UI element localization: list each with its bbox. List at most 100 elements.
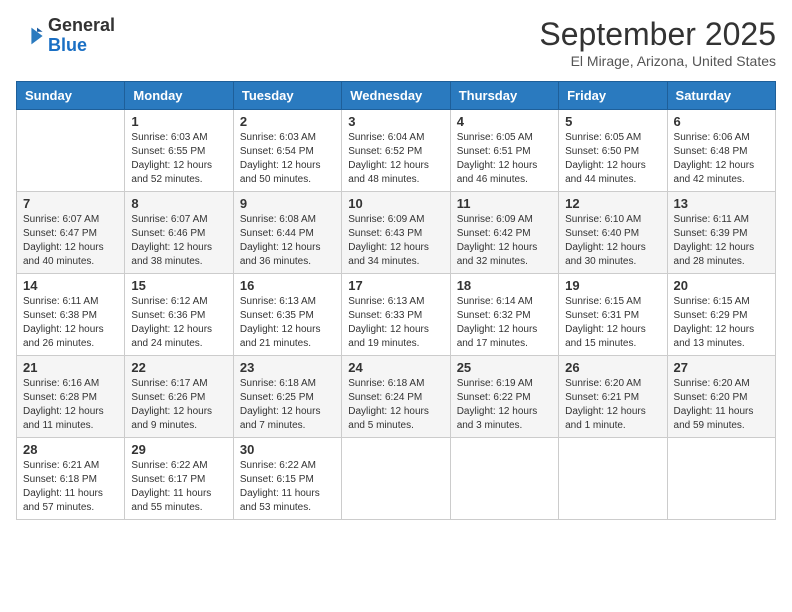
calendar-cell: 9 Sunrise: 6:08 AMSunset: 6:44 PMDaylight… (233, 192, 341, 274)
logo-icon (16, 22, 44, 50)
day-info: Sunrise: 6:07 AMSunset: 6:46 PMDaylight:… (131, 213, 226, 269)
day-number: 29 (131, 442, 226, 457)
calendar-cell: 18 Sunrise: 6:14 AMSunset: 6:32 PMDayligh… (450, 274, 558, 356)
calendar-cell: 11 Sunrise: 6:09 AMSunset: 6:42 PMDayligh… (450, 192, 558, 274)
logo-blue: Blue (48, 35, 87, 55)
calendar-cell: 19 Sunrise: 6:15 AMSunset: 6:31 PMDayligh… (559, 274, 667, 356)
logo-text: General Blue (48, 16, 115, 56)
day-info: Sunrise: 6:19 AMSunset: 6:22 PMDaylight:… (457, 377, 552, 433)
day-info: Sunrise: 6:10 AMSunset: 6:40 PMDaylight:… (565, 213, 660, 269)
day-info: Sunrise: 6:03 AMSunset: 6:54 PMDaylight:… (240, 131, 335, 187)
day-info: Sunrise: 6:20 AMSunset: 6:20 PMDaylight:… (674, 377, 769, 433)
day-number: 19 (565, 278, 660, 293)
calendar-cell: 13 Sunrise: 6:11 AMSunset: 6:39 PMDayligh… (667, 192, 775, 274)
calendar-table: SundayMondayTuesdayWednesdayThursdayFrid… (16, 81, 776, 520)
day-info: Sunrise: 6:09 AMSunset: 6:43 PMDaylight:… (348, 213, 443, 269)
calendar-cell: 10 Sunrise: 6:09 AMSunset: 6:43 PMDayligh… (342, 192, 450, 274)
calendar-cell: 12 Sunrise: 6:10 AMSunset: 6:40 PMDayligh… (559, 192, 667, 274)
day-header-friday: Friday (559, 82, 667, 110)
day-number: 17 (348, 278, 443, 293)
day-number: 5 (565, 114, 660, 129)
day-number: 15 (131, 278, 226, 293)
location-title: El Mirage, Arizona, United States (539, 53, 776, 69)
day-number: 2 (240, 114, 335, 129)
day-info: Sunrise: 6:18 AMSunset: 6:25 PMDaylight:… (240, 377, 335, 433)
day-info: Sunrise: 6:16 AMSunset: 6:28 PMDaylight:… (23, 377, 118, 433)
day-number: 13 (674, 196, 769, 211)
day-info: Sunrise: 6:17 AMSunset: 6:26 PMDaylight:… (131, 377, 226, 433)
day-number: 22 (131, 360, 226, 375)
calendar-cell: 20Sunrise: 6:15 AMSunset: 6:29 PMDayligh… (667, 274, 775, 356)
day-number: 14 (23, 278, 118, 293)
calendar-cell (559, 438, 667, 520)
calendar-cell: 3Sunrise: 6:04 AMSunset: 6:52 PMDaylight… (342, 110, 450, 192)
calendar-cell (17, 110, 125, 192)
calendar-cell: 7Sunrise: 6:07 AMSunset: 6:47 PMDaylight… (17, 192, 125, 274)
day-number: 23 (240, 360, 335, 375)
day-number: 11 (457, 196, 552, 211)
day-number: 30 (240, 442, 335, 457)
day-info: Sunrise: 6:08 AMSunset: 6:44 PMDaylight:… (240, 213, 335, 269)
calendar-cell (342, 438, 450, 520)
day-header-wednesday: Wednesday (342, 82, 450, 110)
day-info: Sunrise: 6:13 AMSunset: 6:33 PMDaylight:… (348, 295, 443, 351)
calendar-cell: 17 Sunrise: 6:13 AMSunset: 6:33 PMDayligh… (342, 274, 450, 356)
day-info: Sunrise: 6:22 AMSunset: 6:17 PMDaylight:… (131, 459, 226, 515)
day-info: Sunrise: 6:15 AMSunset: 6:29 PMDaylight:… (674, 295, 769, 351)
day-number: 9 (240, 196, 335, 211)
day-info: Sunrise: 6:11 AMSunset: 6:39 PMDaylight:… (674, 213, 769, 269)
day-info: Sunrise: 6:13 AMSunset: 6:35 PMDaylight:… (240, 295, 335, 351)
calendar-cell: 14Sunrise: 6:11 AMSunset: 6:38 PMDayligh… (17, 274, 125, 356)
day-number: 24 (348, 360, 443, 375)
day-number: 21 (23, 360, 118, 375)
calendar-week-4: 21 Sunrise: 6:16 AMSunset: 6:28 PMDayligh… (17, 356, 776, 438)
calendar-cell: 6Sunrise: 6:06 AMSunset: 6:48 PMDaylight… (667, 110, 775, 192)
logo-general: General (48, 15, 115, 35)
calendar-cell: 15 Sunrise: 6:12 AMSunset: 6:36 PMDayligh… (125, 274, 233, 356)
calendar-week-2: 7Sunrise: 6:07 AMSunset: 6:47 PMDaylight… (17, 192, 776, 274)
calendar-cell: 5 Sunrise: 6:05 AMSunset: 6:50 PMDaylight… (559, 110, 667, 192)
calendar-cell: 23 Sunrise: 6:18 AMSunset: 6:25 PMDayligh… (233, 356, 341, 438)
logo: General Blue (16, 16, 115, 56)
calendar-header-row: SundayMondayTuesdayWednesdayThursdayFrid… (17, 82, 776, 110)
day-number: 1 (131, 114, 226, 129)
day-number: 4 (457, 114, 552, 129)
calendar-cell: 8 Sunrise: 6:07 AMSunset: 6:46 PMDaylight… (125, 192, 233, 274)
calendar-cell: 2 Sunrise: 6:03 AMSunset: 6:54 PMDaylight… (233, 110, 341, 192)
calendar-cell: 1 Sunrise: 6:03 AMSunset: 6:55 PMDaylight… (125, 110, 233, 192)
calendar-week-3: 14Sunrise: 6:11 AMSunset: 6:38 PMDayligh… (17, 274, 776, 356)
calendar-cell (450, 438, 558, 520)
calendar-cell: 21 Sunrise: 6:16 AMSunset: 6:28 PMDayligh… (17, 356, 125, 438)
title-block: September 2025 El Mirage, Arizona, Unite… (539, 16, 776, 69)
day-number: 7 (23, 196, 118, 211)
calendar-cell: 25 Sunrise: 6:19 AMSunset: 6:22 PMDayligh… (450, 356, 558, 438)
day-info: Sunrise: 6:03 AMSunset: 6:55 PMDaylight:… (131, 131, 226, 187)
day-number: 18 (457, 278, 552, 293)
day-number: 8 (131, 196, 226, 211)
day-info: Sunrise: 6:22 AMSunset: 6:15 PMDaylight:… (240, 459, 335, 515)
calendar-cell: 27Sunrise: 6:20 AMSunset: 6:20 PMDayligh… (667, 356, 775, 438)
calendar-cell: 26Sunrise: 6:20 AMSunset: 6:21 PMDayligh… (559, 356, 667, 438)
month-title: September 2025 (539, 16, 776, 53)
calendar-cell: 30 Sunrise: 6:22 AMSunset: 6:15 PMDayligh… (233, 438, 341, 520)
day-info: Sunrise: 6:04 AMSunset: 6:52 PMDaylight:… (348, 131, 443, 187)
calendar-cell: 4Sunrise: 6:05 AMSunset: 6:51 PMDaylight… (450, 110, 558, 192)
day-number: 10 (348, 196, 443, 211)
day-header-monday: Monday (125, 82, 233, 110)
day-info: Sunrise: 6:12 AMSunset: 6:36 PMDaylight:… (131, 295, 226, 351)
day-info: Sunrise: 6:05 AMSunset: 6:50 PMDaylight:… (565, 131, 660, 187)
calendar-cell (667, 438, 775, 520)
day-number: 26 (565, 360, 660, 375)
calendar-cell: 16 Sunrise: 6:13 AMSunset: 6:35 PMDayligh… (233, 274, 341, 356)
calendar-cell: 29 Sunrise: 6:22 AMSunset: 6:17 PMDayligh… (125, 438, 233, 520)
day-number: 12 (565, 196, 660, 211)
day-number: 25 (457, 360, 552, 375)
day-header-thursday: Thursday (450, 82, 558, 110)
calendar-cell: 28Sunrise: 6:21 AMSunset: 6:18 PMDayligh… (17, 438, 125, 520)
day-number: 16 (240, 278, 335, 293)
day-info: Sunrise: 6:15 AMSunset: 6:31 PMDaylight:… (565, 295, 660, 351)
day-info: Sunrise: 6:09 AMSunset: 6:42 PMDaylight:… (457, 213, 552, 269)
day-info: Sunrise: 6:14 AMSunset: 6:32 PMDaylight:… (457, 295, 552, 351)
day-info: Sunrise: 6:18 AMSunset: 6:24 PMDaylight:… (348, 377, 443, 433)
day-header-saturday: Saturday (667, 82, 775, 110)
